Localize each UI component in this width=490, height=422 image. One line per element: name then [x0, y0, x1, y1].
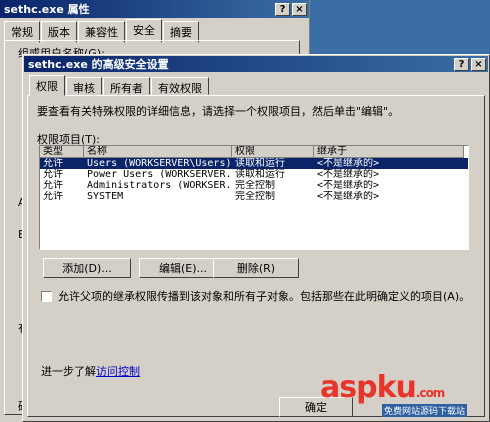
column-name[interactable]: 名称	[84, 146, 232, 158]
watermark-logo: aspku.com	[320, 370, 445, 405]
cell-name: Administrators (WORKSER...	[87, 180, 232, 191]
properties-title: sethc.exe 属性	[4, 3, 90, 16]
inherit-option[interactable]: 允许父项的继承权限传播到该对象和所有子对象。包括那些在此明确定义的项目(A)。	[41, 288, 470, 304]
table-row[interactable]: 允许 Users (WORKSERVER\Users) 读取和运行 <不是继承的…	[40, 158, 468, 169]
cell-inherited: <不是继承的>	[317, 180, 380, 191]
dialog-titlebar: sethc.exe 的高级安全设置 ? ×	[24, 56, 488, 72]
table-row[interactable]: 允许 SYSTEM 完全控制 <不是继承的>	[40, 191, 468, 202]
table-row[interactable]: 允许 Administrators (WORKSER... 完全控制 <不是继承…	[40, 180, 468, 191]
tab-effective-permissions[interactable]: 有效权限	[151, 77, 209, 95]
help-icon[interactable]: ?	[275, 2, 290, 16]
cell-permission: 完全控制	[235, 180, 275, 191]
tab-permissions[interactable]: 权限	[29, 75, 65, 96]
cell-type: 允许	[43, 158, 63, 169]
watermark-tagline: 免费网站源码下载站	[382, 404, 468, 417]
cell-inherited: <不是继承的>	[317, 169, 380, 180]
cell-name: Power Users (WORKSERVER...	[87, 169, 232, 180]
cell-name: SYSTEM	[87, 191, 124, 202]
column-type[interactable]: 类型	[40, 146, 84, 158]
inherit-checkbox-label: 允许父项的继承权限传播到该对象和所有子对象。包括那些在此明确定义的项目(A)。	[58, 290, 471, 303]
description-text: 要查看有关特殊权限的详细信息，请选择一个权限项目，然后单击"编辑"。	[37, 105, 400, 118]
watermark-brand: aspku	[320, 370, 417, 405]
column-permission[interactable]: 权限	[232, 146, 314, 158]
watermark-suffix: .com	[415, 386, 445, 400]
table-row[interactable]: 允许 Power Users (WORKSERVER... 读取和运行 <不是继…	[40, 169, 468, 180]
cell-type: 允许	[43, 169, 63, 180]
tab-owner[interactable]: 所有者	[103, 77, 150, 95]
cell-inherited: <不是继承的>	[317, 158, 380, 169]
tab-auditing[interactable]: 审核	[66, 77, 102, 95]
remove-button[interactable]: 删除(R)	[213, 258, 299, 278]
learn-more: 进一步了解访问控制	[41, 363, 140, 379]
access-control-link[interactable]: 访问控制	[96, 365, 140, 378]
cell-permission: 读取和运行	[235, 169, 285, 180]
cell-name: Users (WORKSERVER\Users)	[87, 158, 232, 169]
list-header: 类型 名称 权限 继承于	[40, 146, 468, 158]
advanced-security-dialog: sethc.exe 的高级安全设置 ? × 权限 审核 所有者 有效权限 要查看…	[22, 54, 490, 422]
permission-entries-list[interactable]: 类型 名称 权限 继承于 允许 Users (WORKSERVER\Users)…	[39, 145, 469, 250]
dialog-tabs: 权限 审核 所有者 有效权限	[29, 75, 210, 96]
cell-inherited: <不是继承的>	[317, 191, 380, 202]
properties-titlebar: sethc.exe 属性 ? ×	[0, 0, 309, 18]
cell-permission: 完全控制	[235, 191, 275, 202]
learn-more-text: 进一步了解	[41, 365, 96, 378]
add-button[interactable]: 添加(D)...	[43, 258, 131, 278]
dialog-title: sethc.exe 的高级安全设置	[28, 58, 169, 71]
cell-type: 允许	[43, 191, 63, 202]
column-inherited[interactable]: 继承于	[314, 146, 464, 158]
cell-permission: 读取和运行	[235, 158, 285, 169]
inherit-checkbox[interactable]	[41, 290, 52, 302]
close-icon[interactable]: ×	[471, 57, 486, 71]
help-icon[interactable]: ?	[454, 57, 469, 71]
cell-type: 允许	[43, 180, 63, 191]
close-icon[interactable]: ×	[292, 2, 307, 16]
